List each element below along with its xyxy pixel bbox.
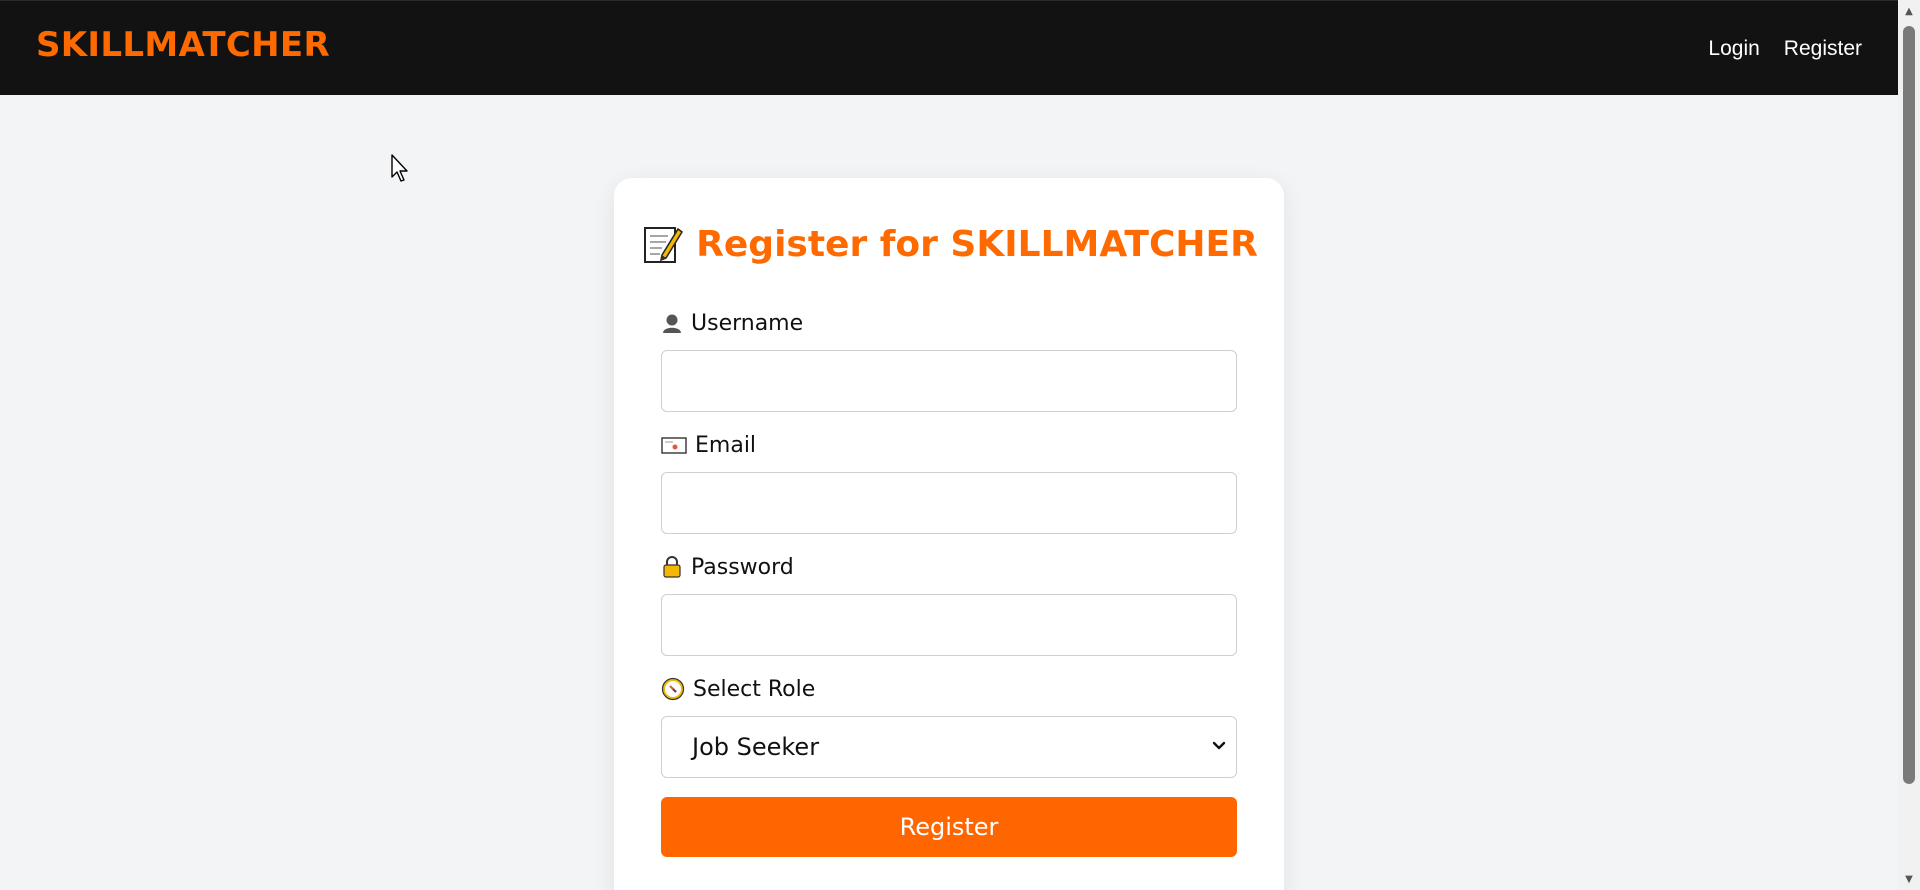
nav-links: Login Register bbox=[1708, 37, 1862, 61]
register-card: Register for SKILLMATCHER Username Email bbox=[614, 178, 1284, 890]
role-label-text: Select Role bbox=[693, 676, 816, 702]
register-heading: Register for SKILLMATCHER bbox=[614, 223, 1284, 265]
register-submit-button[interactable]: Register bbox=[661, 797, 1237, 857]
mouse-cursor-icon bbox=[391, 154, 408, 182]
vertical-scrollbar[interactable]: ▲ ▼ bbox=[1898, 0, 1920, 890]
email-field-group: Email bbox=[661, 430, 1237, 534]
password-label-text: Password bbox=[691, 554, 794, 580]
envelope-icon bbox=[661, 437, 687, 454]
memo-icon bbox=[644, 227, 684, 263]
brand-logo[interactable]: SKILLMATCHER bbox=[36, 25, 330, 65]
username-label: Username bbox=[661, 308, 1237, 338]
password-field-group: Password bbox=[661, 552, 1237, 656]
username-field-group: Username bbox=[661, 308, 1237, 412]
email-label-text: Email bbox=[695, 432, 757, 458]
role-select-value: Job Seeker bbox=[692, 733, 820, 761]
lock-icon bbox=[663, 556, 681, 578]
top-navbar: SKILLMATCHER Login Register bbox=[0, 0, 1898, 95]
username-label-text: Username bbox=[691, 310, 804, 336]
scroll-down-arrow-icon[interactable]: ▼ bbox=[1898, 872, 1920, 888]
page: SKILLMATCHER Login Register ▲ ▼ Register… bbox=[0, 0, 1920, 890]
email-input[interactable] bbox=[661, 472, 1237, 534]
scroll-thumb[interactable] bbox=[1903, 26, 1915, 784]
role-field-group: Select Role Job Seeker bbox=[661, 674, 1237, 778]
register-title-text: Register for SKILLMATCHER bbox=[696, 223, 1258, 265]
username-input[interactable] bbox=[661, 350, 1237, 412]
email-label: Email bbox=[661, 430, 1237, 460]
role-select[interactable]: Job Seeker bbox=[661, 716, 1237, 778]
chevron-down-icon bbox=[1212, 741, 1226, 750]
nav-register-link[interactable]: Register bbox=[1784, 37, 1862, 61]
role-label: Select Role bbox=[661, 674, 1237, 704]
scroll-up-arrow-icon[interactable]: ▲ bbox=[1898, 4, 1920, 20]
compass-icon bbox=[661, 677, 685, 701]
password-input[interactable] bbox=[661, 594, 1237, 656]
nav-login-link[interactable]: Login bbox=[1708, 37, 1759, 61]
password-label: Password bbox=[661, 552, 1237, 582]
user-icon bbox=[663, 314, 681, 333]
